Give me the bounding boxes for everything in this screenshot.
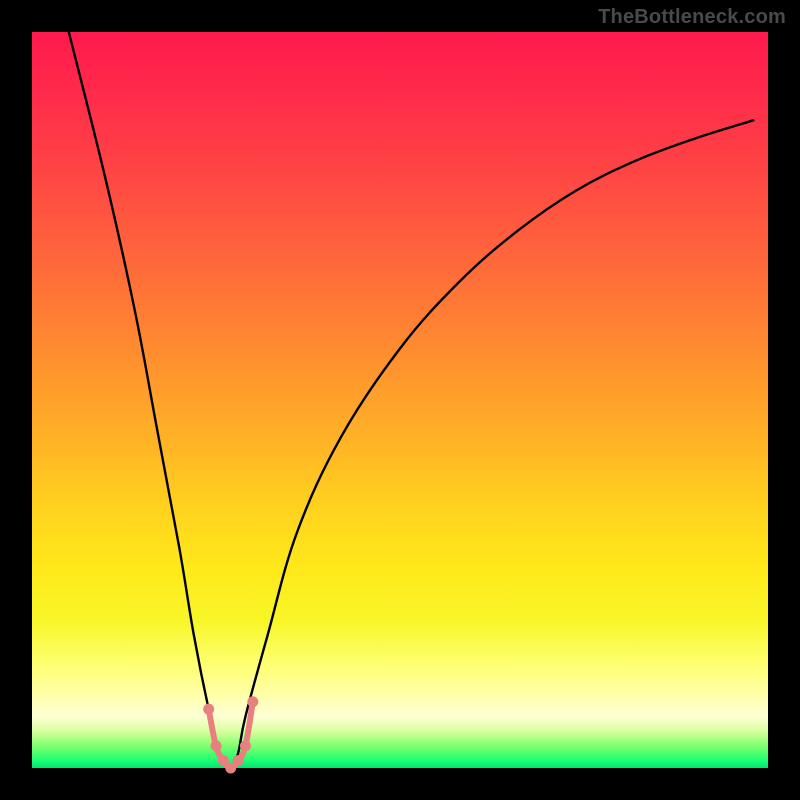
optimal-range-marker [211, 740, 222, 751]
chart-frame: TheBottleneck.com [0, 0, 800, 800]
optimal-range-marker [203, 704, 214, 715]
curve-svg [32, 32, 768, 768]
optimal-range-marker [247, 696, 258, 707]
optimal-range-marker [233, 755, 244, 766]
optimal-range-marker [240, 740, 251, 751]
watermark-text: TheBottleneck.com [598, 6, 786, 29]
optimal-range-markers [203, 696, 258, 773]
bottleneck-curve [69, 32, 753, 768]
plot-area [32, 32, 768, 768]
